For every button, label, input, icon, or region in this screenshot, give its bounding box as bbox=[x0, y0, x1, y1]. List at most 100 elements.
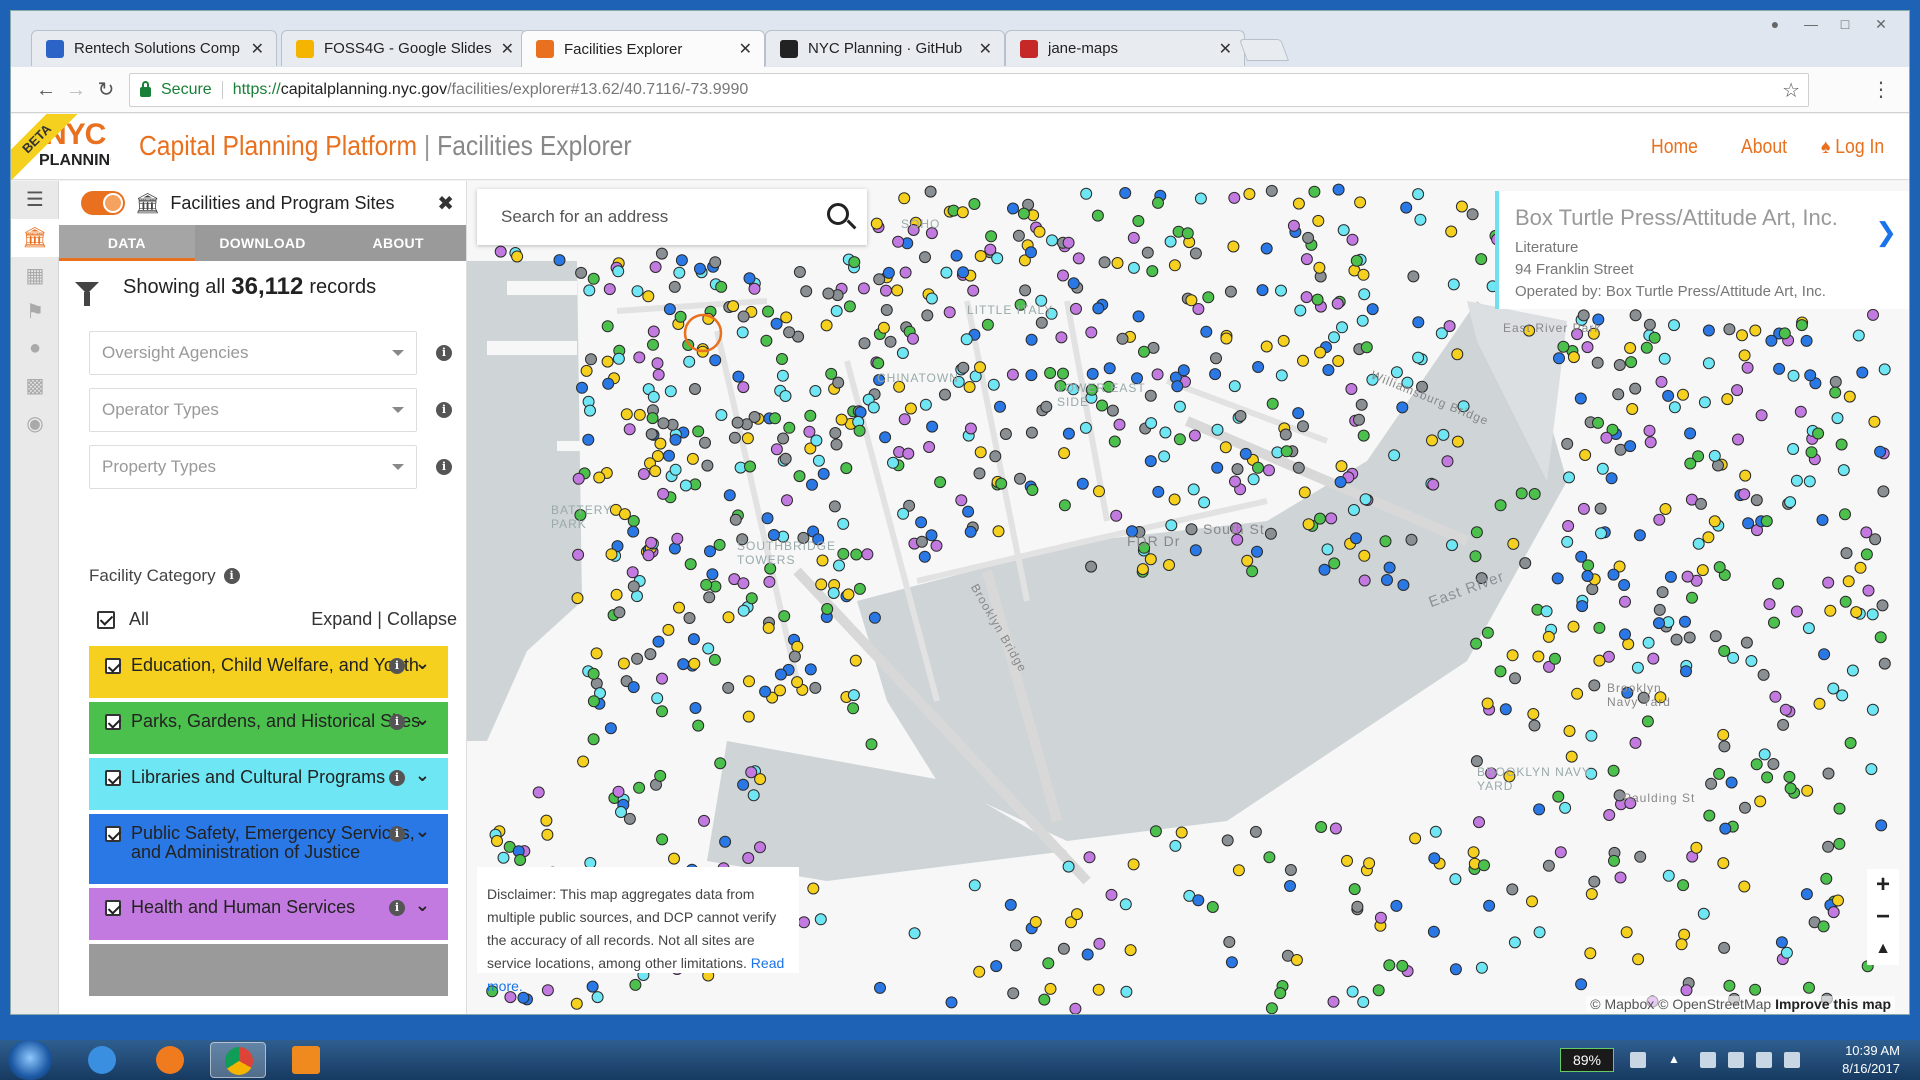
facility-point[interactable] bbox=[907, 332, 919, 345]
facility-point[interactable] bbox=[662, 623, 675, 636]
facility-point[interactable] bbox=[1551, 572, 1564, 585]
facility-point[interactable] bbox=[827, 587, 840, 599]
facility-point[interactable] bbox=[1684, 427, 1697, 440]
facility-point[interactable] bbox=[1725, 776, 1738, 789]
facility-point[interactable] bbox=[1228, 191, 1241, 204]
facility-point[interactable] bbox=[957, 266, 970, 279]
facility-point[interactable] bbox=[798, 916, 810, 929]
facility-point[interactable] bbox=[706, 568, 719, 581]
facility-point[interactable] bbox=[828, 500, 841, 513]
facility-point[interactable] bbox=[694, 262, 706, 275]
facility-point[interactable] bbox=[880, 284, 892, 297]
facility-point[interactable] bbox=[677, 658, 690, 671]
info-icon[interactable]: i bbox=[389, 714, 405, 730]
facility-point[interactable] bbox=[1618, 579, 1631, 591]
facility-point[interactable] bbox=[1292, 197, 1305, 210]
facility-point[interactable] bbox=[769, 412, 781, 425]
facility-point[interactable] bbox=[673, 266, 686, 279]
facility-point[interactable] bbox=[633, 351, 646, 364]
facility-point[interactable] bbox=[1594, 502, 1607, 515]
facility-point[interactable] bbox=[1626, 403, 1639, 415]
facility-point[interactable] bbox=[1451, 435, 1464, 448]
facility-point[interactable] bbox=[657, 417, 670, 430]
facility-point[interactable] bbox=[1329, 822, 1342, 835]
facility-point[interactable] bbox=[1287, 219, 1300, 232]
facility-point[interactable] bbox=[1275, 369, 1288, 382]
facility-point[interactable] bbox=[1164, 235, 1177, 248]
facility-point[interactable] bbox=[1335, 460, 1348, 473]
facility-point[interactable] bbox=[1025, 246, 1037, 259]
info-icon[interactable]: i bbox=[223, 568, 240, 584]
facility-point[interactable] bbox=[1772, 577, 1785, 590]
facility-point[interactable] bbox=[656, 672, 668, 685]
facility-point[interactable] bbox=[737, 577, 750, 590]
facility-point[interactable] bbox=[1355, 398, 1368, 411]
facility-point[interactable] bbox=[1105, 888, 1118, 901]
facility-point[interactable] bbox=[754, 841, 766, 854]
facility-point[interactable] bbox=[1677, 879, 1690, 892]
facility-point[interactable] bbox=[1481, 697, 1494, 710]
facility-point[interactable] bbox=[897, 507, 910, 520]
facility-point[interactable] bbox=[1290, 954, 1303, 966]
facility-point[interactable] bbox=[962, 505, 975, 518]
facility-point[interactable] bbox=[1717, 728, 1730, 741]
facility-point[interactable] bbox=[904, 402, 917, 415]
facility-point[interactable] bbox=[1533, 803, 1546, 816]
facility-point[interactable] bbox=[1738, 880, 1751, 893]
facility-point[interactable] bbox=[1397, 579, 1410, 591]
facility-point[interactable] bbox=[1677, 388, 1689, 401]
facility-point[interactable] bbox=[1014, 472, 1026, 485]
facility-point[interactable] bbox=[582, 433, 595, 446]
facility-point[interactable] bbox=[882, 266, 895, 279]
facility-point[interactable] bbox=[925, 292, 938, 305]
facility-point[interactable] bbox=[1356, 314, 1369, 327]
flag-icon[interactable]: ⚑ bbox=[11, 293, 59, 331]
facility-point[interactable] bbox=[1803, 981, 1815, 994]
facility-point[interactable] bbox=[1662, 389, 1675, 402]
facility-point[interactable] bbox=[747, 789, 760, 802]
facility-point[interactable] bbox=[1414, 213, 1427, 226]
facility-point[interactable] bbox=[664, 385, 677, 398]
facility-point[interactable] bbox=[1640, 341, 1653, 354]
facility-point[interactable] bbox=[858, 337, 871, 350]
category-checkbox[interactable] bbox=[105, 900, 121, 916]
facility-point[interactable] bbox=[1227, 240, 1240, 253]
facility-point[interactable] bbox=[1822, 840, 1835, 853]
facility-point[interactable] bbox=[843, 300, 856, 313]
facility-point[interactable] bbox=[1705, 777, 1718, 790]
facility-point[interactable] bbox=[898, 413, 911, 426]
mapbox-attribution[interactable]: © Mapbox bbox=[1590, 996, 1654, 1012]
facility-point[interactable] bbox=[1466, 208, 1479, 221]
facility-point[interactable] bbox=[1775, 936, 1788, 949]
facility-point[interactable] bbox=[1234, 410, 1247, 422]
facility-point[interactable] bbox=[919, 398, 932, 411]
facility-point[interactable] bbox=[605, 548, 618, 561]
facility-point[interactable] bbox=[1337, 224, 1350, 237]
facility-point[interactable] bbox=[1188, 429, 1201, 442]
facility-point[interactable] bbox=[1346, 985, 1359, 998]
facility-point[interactable] bbox=[1860, 548, 1873, 561]
facility-point[interactable] bbox=[1494, 499, 1507, 512]
facility-point[interactable] bbox=[668, 280, 681, 293]
facility-point[interactable] bbox=[987, 378, 1000, 391]
facility-point[interactable] bbox=[553, 254, 566, 267]
facility-point[interactable] bbox=[748, 282, 761, 295]
facility-point[interactable] bbox=[1252, 461, 1264, 474]
facility-point[interactable] bbox=[1721, 393, 1734, 406]
facility-point[interactable] bbox=[822, 287, 835, 300]
facility-point[interactable] bbox=[1833, 802, 1846, 815]
facility-point[interactable] bbox=[1412, 188, 1425, 201]
facility-point[interactable] bbox=[1581, 570, 1594, 582]
facility-point[interactable] bbox=[1653, 617, 1665, 630]
facility-point[interactable] bbox=[1802, 622, 1815, 635]
facility-point[interactable] bbox=[1165, 519, 1178, 532]
facility-point[interactable] bbox=[1717, 857, 1730, 870]
facility-point[interactable] bbox=[950, 249, 963, 262]
facility-point[interactable] bbox=[737, 778, 750, 791]
facility-point[interactable] bbox=[541, 984, 554, 997]
vlc-icon[interactable] bbox=[278, 1042, 334, 1078]
facility-point[interactable] bbox=[736, 326, 749, 339]
system-clock[interactable]: 10:39 AM 8/16/2017 bbox=[1820, 1042, 1900, 1078]
facility-point[interactable] bbox=[1192, 894, 1205, 907]
facility-point[interactable] bbox=[1116, 332, 1129, 345]
